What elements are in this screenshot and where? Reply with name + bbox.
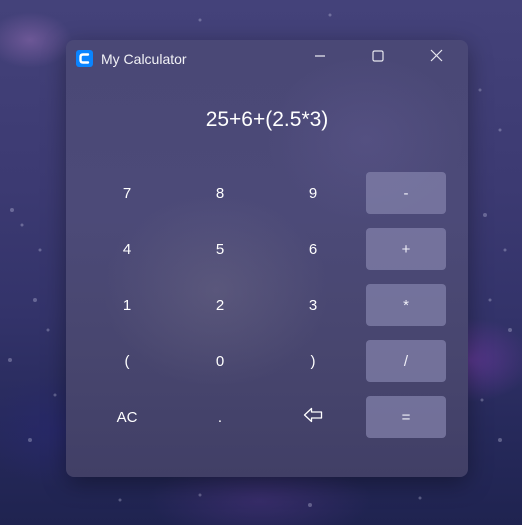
maximize-icon	[372, 49, 384, 67]
key-add[interactable]: +	[366, 228, 446, 270]
key-4[interactable]: 4	[87, 228, 167, 270]
title-bar[interactable]: My Calculator	[66, 40, 468, 78]
key-backspace[interactable]	[273, 396, 353, 438]
expression-display: 25+6+(2.5*3)	[205, 108, 329, 131]
key-1[interactable]: 1	[87, 284, 167, 326]
calculator-window: My Calculator 25+6+(2.5*3) 7 8 9 - 4 5 6…	[66, 40, 468, 477]
backspace-arrow-icon	[303, 407, 323, 427]
key-equals[interactable]: =	[366, 396, 446, 438]
key-decimal[interactable]: .	[180, 396, 260, 438]
key-2[interactable]: 2	[180, 284, 260, 326]
key-subtract[interactable]: -	[366, 172, 446, 214]
key-divide[interactable]: /	[366, 340, 446, 382]
calculator-app-icon	[76, 50, 93, 67]
key-7[interactable]: 7	[87, 172, 167, 214]
key-5[interactable]: 5	[180, 228, 260, 270]
key-0[interactable]: 0	[180, 340, 260, 382]
maximize-button[interactable]	[355, 40, 401, 76]
key-all-clear[interactable]: AC	[87, 396, 167, 438]
key-3[interactable]: 3	[273, 284, 353, 326]
key-close-paren[interactable]: )	[273, 340, 353, 382]
key-open-paren[interactable]: (	[87, 340, 167, 382]
minimize-button[interactable]	[297, 40, 343, 76]
close-button[interactable]	[413, 40, 459, 76]
close-icon	[430, 49, 443, 67]
window-title: My Calculator	[101, 51, 187, 67]
minimize-icon	[314, 49, 326, 67]
key-6[interactable]: 6	[273, 228, 353, 270]
key-9[interactable]: 9	[273, 172, 353, 214]
key-multiply[interactable]: *	[366, 284, 446, 326]
key-8[interactable]: 8	[180, 172, 260, 214]
